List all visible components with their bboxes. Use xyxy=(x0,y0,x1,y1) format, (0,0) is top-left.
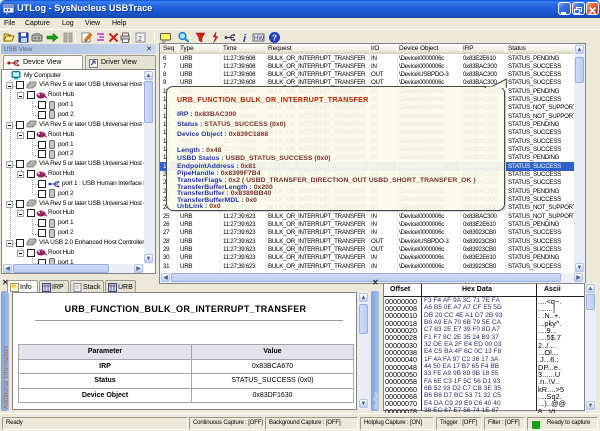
svg-text:HW: HW xyxy=(254,36,264,42)
svg-text:2: 2 xyxy=(138,36,142,43)
svg-text:?: ? xyxy=(272,34,277,43)
